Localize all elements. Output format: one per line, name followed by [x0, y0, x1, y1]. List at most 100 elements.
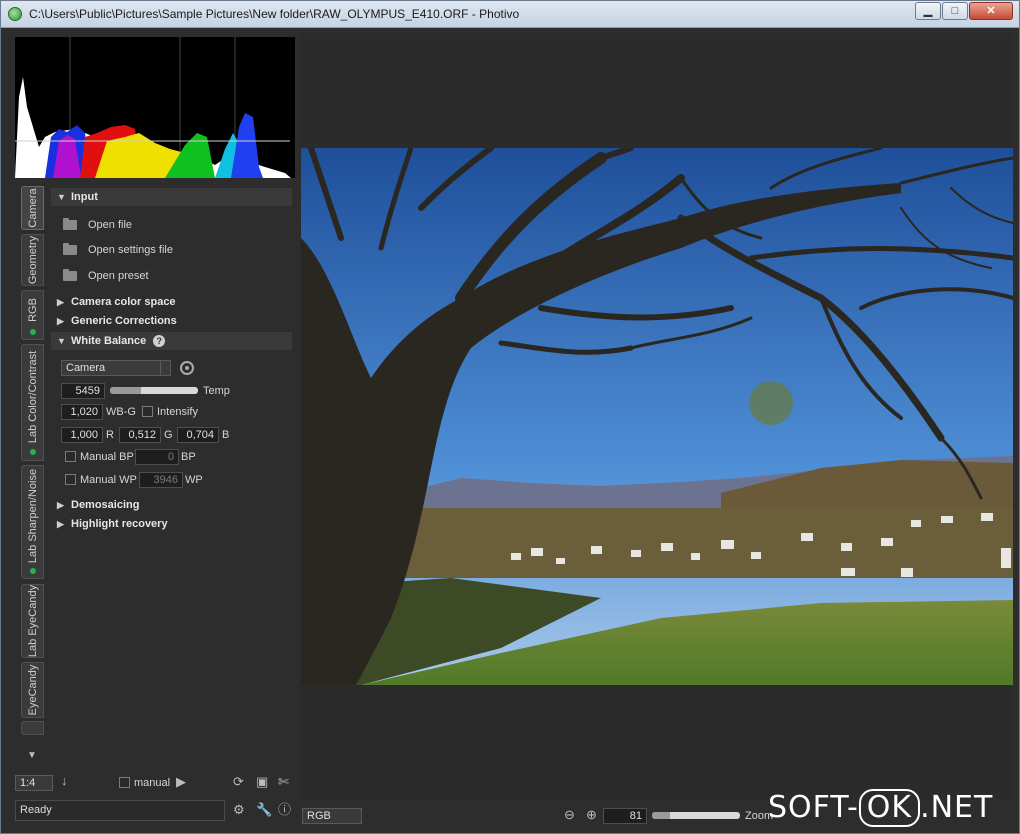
- demosaicing-header[interactable]: ▶ Demosaicing: [51, 496, 292, 514]
- b-multiplier-input[interactable]: 0,704: [177, 427, 219, 443]
- folder-icon: [63, 243, 77, 255]
- g-multiplier-input[interactable]: 0,512: [119, 427, 161, 443]
- tab-lab-color-contrast-indicator: [30, 449, 36, 455]
- zoom-slider-fill: [652, 812, 670, 819]
- bp-input[interactable]: 0: [135, 449, 179, 465]
- open-file-label: Open file: [88, 219, 133, 231]
- camera-color-space-header[interactable]: ▶ Camera color space: [51, 293, 292, 311]
- white-balance-mode-select[interactable]: Camera: [61, 360, 171, 376]
- collapse-triangle-icon: ▼: [57, 336, 66, 346]
- manual-label: manual: [134, 777, 171, 789]
- tab-lab-eyecandy-label: Lab EyeCandy: [26, 584, 39, 658]
- tool-tabs: Camera Geometry RGB Lab Color/Contrast L…: [21, 186, 45, 741]
- r-label: R: [106, 429, 114, 441]
- tab-more[interactable]: [21, 721, 44, 735]
- color-picker-icon[interactable]: [180, 361, 194, 375]
- window-title: C:\Users\Public\Pictures\Sample Pictures…: [29, 7, 520, 21]
- wrench-icon[interactable]: 🔧: [256, 803, 272, 817]
- tab-lab-sharpen-noise-label: Lab Sharpen/Noise: [26, 469, 39, 564]
- preview-image[interactable]: [301, 148, 1013, 685]
- refresh-icon[interactable]: ⟳: [233, 775, 244, 789]
- manual-wp-checkbox[interactable]: [65, 474, 76, 485]
- tabs-scroll-down-icon[interactable]: ▼: [27, 749, 37, 763]
- minimize-button[interactable]: ▁: [915, 2, 941, 20]
- watermark-ok: OK: [858, 789, 921, 827]
- folder-icon: [63, 218, 77, 230]
- wp-input[interactable]: 3946: [139, 472, 183, 488]
- histogram-graph: [15, 37, 295, 178]
- tab-eyecandy[interactable]: EyeCandy: [21, 662, 44, 718]
- app-window: C:\Users\Public\Pictures\Sample Pictures…: [0, 0, 1020, 834]
- wp-label: WP: [185, 474, 203, 486]
- play-icon[interactable]: ▶: [176, 775, 186, 789]
- zoom-ratio-select[interactable]: 1:4: [15, 775, 53, 791]
- tools-icon[interactable]: ✄: [278, 775, 289, 789]
- tab-lab-color-contrast-label: Lab Color/Contrast: [26, 350, 39, 443]
- white-balance-mode-value: Camera: [66, 362, 106, 374]
- landscape-photo: [301, 148, 1013, 685]
- tab-lab-color-contrast[interactable]: Lab Color/Contrast: [21, 344, 44, 461]
- tab-rgb-indicator: [30, 329, 36, 335]
- input-section-title: Input: [71, 191, 98, 203]
- g-label: G: [164, 429, 173, 441]
- expand-triangle-icon: ▶: [57, 519, 64, 529]
- maximize-button[interactable]: □: [942, 2, 968, 20]
- close-button[interactable]: ✕: [969, 2, 1013, 20]
- dropdown-arrow-icon: [160, 361, 170, 375]
- zoom-out-icon[interactable]: ⊖: [564, 808, 575, 822]
- wb-g-label: WB-G: [106, 406, 136, 418]
- white-balance-title: White Balance: [71, 335, 147, 347]
- tab-camera[interactable]: Camera: [21, 186, 44, 230]
- info-icon[interactable]: ⓘ: [278, 803, 291, 817]
- open-file-button[interactable]: Open file: [63, 217, 132, 233]
- tab-lab-eyecandy[interactable]: Lab EyeCandy: [21, 584, 44, 658]
- photivo-app-icon: [8, 7, 22, 21]
- watermark-left: SOFT-: [768, 790, 859, 825]
- tab-lab-sharpen-noise-indicator: [30, 568, 36, 574]
- manual-checkbox[interactable]: [119, 777, 130, 788]
- tab-rgb-label: RGB: [26, 298, 39, 323]
- save-icon[interactable]: ▣: [256, 775, 268, 789]
- help-icon[interactable]: ?: [153, 335, 166, 347]
- download-arrow-icon[interactable]: ↓: [61, 774, 68, 788]
- camera-color-space-title: Camera color space: [71, 296, 176, 308]
- demosaicing-title: Demosaicing: [71, 499, 140, 511]
- highlight-recovery-header[interactable]: ▶ Highlight recovery: [51, 515, 292, 533]
- zoom-slider[interactable]: [652, 812, 740, 819]
- tab-geometry[interactable]: Geometry: [21, 234, 44, 286]
- open-preset-label: Open preset: [88, 270, 149, 282]
- tab-geometry-label: Geometry: [26, 235, 39, 285]
- temp-slider[interactable]: [110, 387, 198, 394]
- temp-input[interactable]: 5459: [61, 383, 105, 399]
- manual-bp-label: Manual BP: [80, 451, 134, 463]
- expand-triangle-icon: ▶: [57, 500, 64, 510]
- white-balance-header[interactable]: ▼ White Balance ?: [51, 332, 292, 350]
- watermark-right: .NET: [920, 790, 994, 825]
- tab-rgb[interactable]: RGB: [21, 290, 44, 340]
- folder-icon: [63, 269, 77, 281]
- generic-corrections-header[interactable]: ▶ Generic Corrections: [51, 312, 292, 330]
- open-settings-file-button[interactable]: Open settings file: [63, 242, 173, 258]
- input-section-header[interactable]: ▼ Input: [51, 188, 292, 206]
- b-label: B: [222, 429, 230, 441]
- r-multiplier-input[interactable]: 1,000: [61, 427, 103, 443]
- open-preset-button[interactable]: Open preset: [63, 268, 149, 284]
- zoom-input[interactable]: 81: [603, 808, 647, 824]
- generic-corrections-title: Generic Corrections: [71, 315, 177, 327]
- channel-select[interactable]: RGB: [302, 808, 362, 824]
- tab-camera-label: Camera: [26, 188, 39, 228]
- open-settings-file-label: Open settings file: [88, 244, 173, 256]
- tab-lab-sharpen-noise[interactable]: Lab Sharpen/Noise: [21, 465, 44, 579]
- bp-label: BP: [181, 451, 196, 463]
- status-text: Ready: [15, 800, 225, 821]
- intensify-checkbox[interactable]: [142, 406, 153, 417]
- temp-label: Temp: [203, 385, 230, 397]
- expand-triangle-icon: ▶: [57, 297, 64, 307]
- wb-g-input[interactable]: 1,020: [61, 404, 103, 420]
- manual-wp-label: Manual WP: [80, 474, 137, 486]
- histogram: [15, 37, 295, 178]
- highlight-recovery-title: Highlight recovery: [71, 518, 168, 530]
- zoom-fit-icon[interactable]: ⊕: [586, 808, 597, 822]
- manual-bp-checkbox[interactable]: [65, 451, 76, 462]
- settings-gear-icon[interactable]: ⚙: [233, 803, 245, 817]
